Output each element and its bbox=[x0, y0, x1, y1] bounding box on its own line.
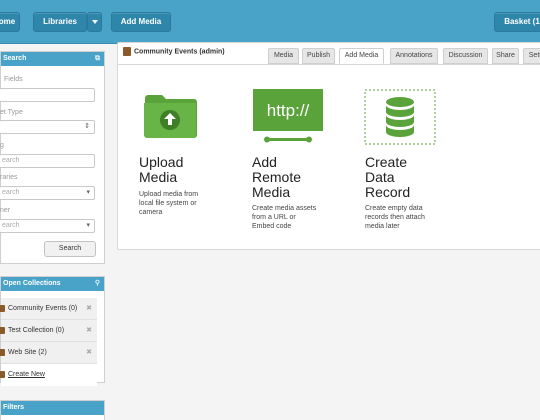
tab-discussion[interactable]: Discussion bbox=[443, 48, 488, 64]
collection-title-text: Community Events (admin) bbox=[134, 48, 225, 56]
tags-label: g bbox=[0, 142, 4, 149]
collection-icon bbox=[0, 327, 5, 334]
tab-settings[interactable]: Sett bbox=[523, 48, 540, 64]
tab-divider bbox=[118, 64, 540, 65]
collection-label: Community Events (0) bbox=[8, 305, 78, 312]
desc-line: local file system or bbox=[139, 200, 197, 207]
main-content-panel: Community Events (admin) Media Publish A… bbox=[117, 42, 540, 250]
tab-media[interactable]: Media bbox=[268, 48, 299, 64]
desc-line: records then attach bbox=[365, 214, 425, 221]
select-arrows-icon: ⇕ bbox=[84, 123, 90, 130]
upload-media-description: Upload media from local file system or c… bbox=[139, 190, 209, 217]
collections-panel-title: Open Collections bbox=[3, 280, 61, 287]
libraries-select-value: earch bbox=[2, 189, 20, 196]
title-line: Remote bbox=[252, 169, 302, 185]
chevron-down-icon bbox=[91, 19, 98, 24]
open-collections-panel: Open Collections ⚲ Community Events (0) … bbox=[0, 276, 105, 386]
home-button[interactable]: ome bbox=[0, 12, 20, 32]
collections-panel-header: Open Collections ⚲ bbox=[1, 277, 104, 291]
tab-share[interactable]: Share bbox=[492, 48, 519, 64]
close-icon[interactable]: ✖ bbox=[86, 320, 92, 342]
chevron-down-icon: ▾ bbox=[86, 189, 90, 196]
libraries-dropdown-button[interactable] bbox=[87, 12, 102, 32]
fields-input[interactable] bbox=[0, 88, 95, 102]
create-data-record-title[interactable]: Create Data Record bbox=[365, 155, 410, 200]
asset-type-label: et Type bbox=[0, 109, 23, 116]
collection-item[interactable]: Community Events (0) ✖ bbox=[0, 298, 97, 320]
title-line: Data bbox=[365, 169, 395, 185]
collection-label: Web Site (2) bbox=[8, 349, 47, 356]
create-data-record-description: Create empty data records then attach me… bbox=[365, 204, 435, 231]
desc-line: media later bbox=[365, 223, 400, 230]
desc-line: Create media assets bbox=[252, 205, 317, 212]
close-icon[interactable]: ✖ bbox=[86, 342, 92, 364]
asset-type-select[interactable]: ⇕ bbox=[0, 120, 95, 134]
expand-icon[interactable]: ⧉ bbox=[95, 52, 100, 66]
owner-select-value: earch bbox=[2, 222, 20, 229]
libraries-button[interactable]: Libraries bbox=[33, 12, 87, 32]
title-line: Add bbox=[252, 154, 277, 170]
title-line: Media bbox=[139, 169, 178, 185]
filters-panel-header[interactable]: Filters bbox=[1, 401, 104, 415]
desc-line: Embed code bbox=[252, 223, 292, 230]
add-remote-media-description: Create media assets from a URL or Embed … bbox=[252, 204, 322, 231]
tags-input[interactable]: earch bbox=[0, 154, 95, 168]
add-media-button[interactable]: Add Media bbox=[111, 12, 171, 32]
search-panel-title: Search bbox=[3, 55, 27, 62]
tab-annotations[interactable]: Annotations bbox=[390, 48, 438, 64]
owner-label: ner bbox=[0, 207, 11, 214]
tab-add-media[interactable]: Add Media bbox=[339, 48, 384, 64]
chevron-down-icon: ▾ bbox=[86, 222, 90, 229]
folder-upload-icon[interactable] bbox=[142, 87, 198, 139]
libraries-label: raries bbox=[0, 174, 18, 181]
desc-line: Create empty data bbox=[365, 205, 423, 212]
filters-panel: Filters bbox=[0, 400, 105, 420]
http-link-icon[interactable]: http:// bbox=[253, 89, 323, 145]
add-remote-media-title[interactable]: Add Remote Media bbox=[252, 155, 301, 200]
create-new-item[interactable]: Create New bbox=[0, 364, 97, 386]
search-button[interactable]: Search bbox=[44, 241, 96, 257]
tab-publish[interactable]: Publish bbox=[302, 48, 335, 64]
title-line: Upload bbox=[139, 154, 184, 170]
collection-icon bbox=[0, 371, 5, 378]
filters-panel-title: Filters bbox=[3, 404, 25, 411]
collection-label: Test Collection (0) bbox=[8, 327, 65, 334]
desc-line: from a URL or bbox=[252, 214, 296, 221]
collection-item[interactable]: Test Collection (0) ✖ bbox=[0, 320, 97, 342]
title-line: Media bbox=[252, 184, 291, 200]
upload-media-title[interactable]: Upload Media bbox=[139, 155, 183, 185]
owner-select[interactable]: earch ▾ bbox=[0, 219, 95, 233]
database-icon[interactable] bbox=[364, 89, 436, 145]
title-line: Record bbox=[365, 184, 411, 200]
create-new-link[interactable]: Create New bbox=[8, 364, 45, 386]
basket-button[interactable]: Basket (1 bbox=[494, 12, 540, 32]
title-line: Create bbox=[365, 154, 408, 170]
collection-item[interactable]: Web Site (2) ✖ bbox=[0, 342, 97, 364]
desc-line: camera bbox=[139, 209, 163, 216]
search-panel-header: Search ⧉ bbox=[1, 52, 104, 66]
close-icon[interactable]: ✖ bbox=[86, 298, 92, 320]
desc-line: Upload media from bbox=[139, 191, 199, 198]
fields-label: Fields bbox=[4, 76, 23, 83]
http-icon-text: http:// bbox=[267, 101, 310, 120]
libraries-select[interactable]: earch ▾ bbox=[0, 186, 95, 200]
collection-icon bbox=[0, 349, 5, 356]
top-navigation-bar: ome Libraries Add Media Basket (1 bbox=[0, 0, 540, 44]
collection-icon bbox=[123, 47, 131, 56]
collection-title: Community Events (admin) bbox=[123, 47, 225, 56]
search-icon[interactable]: ⚲ bbox=[95, 277, 100, 291]
collection-icon bbox=[0, 305, 5, 312]
search-panel: Search ⧉ Fields et Type ⇕ g earch raries… bbox=[0, 51, 105, 264]
